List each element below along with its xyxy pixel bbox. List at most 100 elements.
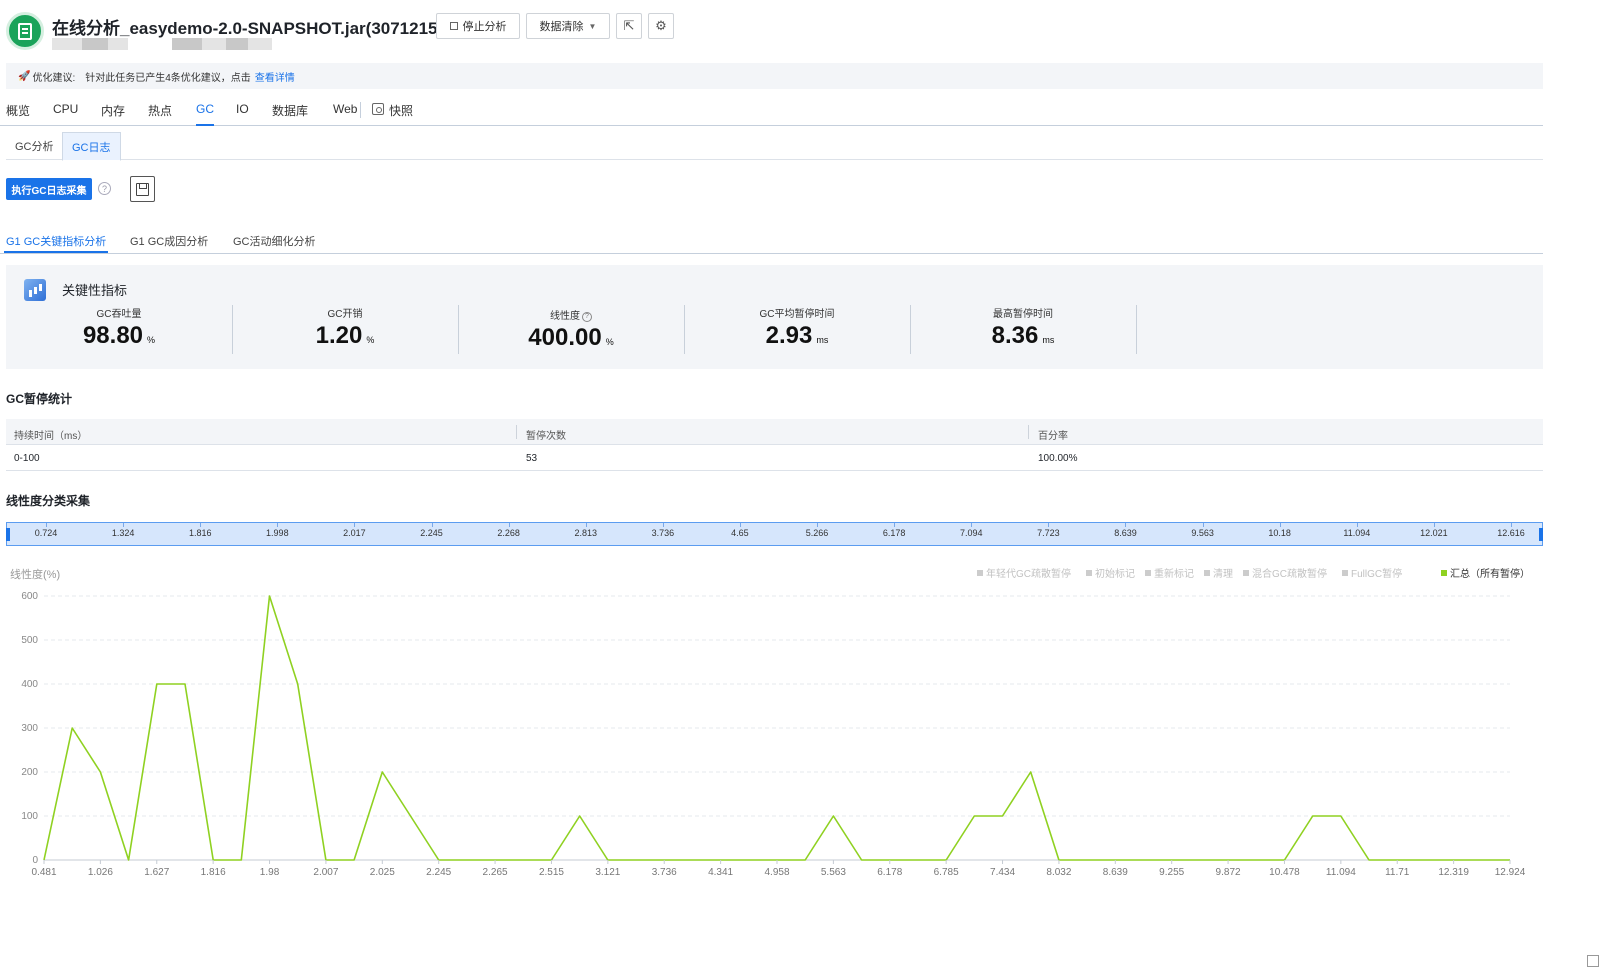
x-tick-label: 11.71 bbox=[1385, 867, 1410, 878]
scrubber-tick-label: 2.268 bbox=[497, 528, 520, 538]
resize-icon bbox=[1587, 955, 1599, 967]
x-tick-label: 2.025 bbox=[370, 867, 395, 878]
scrubber-left-handle[interactable] bbox=[6, 528, 10, 541]
kpi-linearity: 线性度? 400.00% bbox=[458, 305, 684, 355]
legend-swatch bbox=[1243, 570, 1249, 576]
legend-label: 混合GC疏散暂停 bbox=[1252, 567, 1327, 580]
kpi-divider bbox=[1136, 305, 1137, 354]
scrubber-tick-label: 10.18 bbox=[1268, 528, 1291, 538]
tab-gc-activity-analysis[interactable]: GC活动细化分析 bbox=[233, 233, 316, 249]
cell-duration: 0-100 bbox=[14, 453, 40, 464]
x-tick-label: 8.639 bbox=[1103, 867, 1128, 878]
y-tick-label: 500 bbox=[21, 635, 38, 646]
kpi-unit: ms bbox=[1042, 335, 1055, 345]
main-tabs: 概览 CPU 内存 热点 GC IO 数据库 Web 快照 bbox=[0, 96, 1543, 126]
scrubber-tick-mark bbox=[1125, 523, 1127, 527]
tab-overview[interactable]: 概览 bbox=[6, 102, 30, 119]
caret-down-icon: ▼ bbox=[588, 21, 597, 31]
scrubber-tick-mark bbox=[662, 523, 664, 527]
kpi-avg-pause: GC平均暂停时间 2.93 ms bbox=[684, 305, 910, 355]
help-icon[interactable]: ? bbox=[98, 182, 111, 195]
legend-swatch bbox=[1342, 570, 1348, 576]
scrubber-tick-label: 1.324 bbox=[111, 528, 135, 538]
tab-io[interactable]: IO bbox=[236, 102, 249, 116]
key-metrics-title: 关键性指标 bbox=[62, 283, 128, 298]
tab-snapshot[interactable]: 快照 bbox=[389, 102, 413, 119]
tab-database[interactable]: 数据库 bbox=[272, 102, 308, 119]
x-tick-label: 1.816 bbox=[201, 867, 226, 878]
page-title: 在线分析_easydemo-2.0-SNAPSHOT.jar(3071215) bbox=[52, 19, 444, 38]
y-tick-label: 400 bbox=[21, 679, 38, 690]
data-clear-dropdown[interactable]: 数据清除 ▼ bbox=[526, 13, 610, 39]
legend-label: 年轻代GC疏散暂停 bbox=[986, 567, 1071, 580]
x-tick-label: 10.478 bbox=[1269, 867, 1300, 878]
scrubber-tick-label: 1.998 bbox=[266, 528, 289, 538]
kpi-unit: ms bbox=[816, 335, 829, 345]
kpi-label: 线性度 bbox=[550, 311, 580, 322]
scrubber-tick-label: 7.723 bbox=[1037, 528, 1060, 538]
linearity-line-chart: 线性度(%) 0 100 200 300 400 500 600 汇总（所有暂停） FullG… bbox=[10, 567, 1530, 878]
x-tick-label: 7.434 bbox=[990, 867, 1015, 878]
kpi-gc-overhead: GC开销 1.20% bbox=[232, 305, 458, 355]
x-tick-label: 12.924 bbox=[1495, 867, 1526, 878]
tab-gc-analysis[interactable]: GC分析 bbox=[6, 132, 63, 160]
redacted-subtitle bbox=[52, 38, 272, 50]
scrubber-tick-label: 3.736 bbox=[651, 528, 675, 538]
scrubber-tick-mark bbox=[354, 523, 356, 527]
save-button[interactable] bbox=[130, 176, 155, 202]
save-icon bbox=[136, 182, 149, 196]
settings-button[interactable]: ⚙ bbox=[648, 13, 674, 39]
scrubber-tick-mark bbox=[817, 523, 819, 527]
gc-sub-tabs: GC分析 GC日志 bbox=[6, 132, 1543, 161]
x-tick-label: 9.872 bbox=[1216, 867, 1241, 878]
scrubber-tick-mark bbox=[1511, 523, 1512, 527]
x-tick-label: 8.032 bbox=[1046, 867, 1071, 878]
scrubber-right-handle[interactable] bbox=[1539, 528, 1543, 541]
tab-web[interactable]: Web bbox=[333, 102, 357, 116]
scrubber-tick-label: 12.021 bbox=[1420, 528, 1448, 538]
x-tick-label: 1.627 bbox=[144, 867, 169, 878]
legend-swatch bbox=[1145, 570, 1151, 576]
run-gc-log-collection-button[interactable]: 执行GC日志采集 bbox=[6, 178, 92, 200]
app-document-icon bbox=[6, 12, 44, 50]
legend-swatch bbox=[977, 570, 983, 576]
tab-hotspot[interactable]: 热点 bbox=[148, 102, 172, 119]
share-button[interactable]: ⇱ bbox=[616, 13, 642, 39]
kpi-number: 8.36 bbox=[991, 322, 1039, 349]
scrubber-tick-label: 11.094 bbox=[1343, 528, 1371, 538]
scrubber-tick-mark bbox=[585, 523, 587, 527]
scrubber-tick-mark bbox=[1048, 523, 1050, 527]
tab-g1-cause-analysis[interactable]: G1 GC成因分析 bbox=[130, 233, 208, 249]
gc-pause-stats-table: 持续时间（ms） 暂停次数 百分率 0-100 53 100.00% bbox=[6, 419, 1543, 471]
tab-g1-key-metrics[interactable]: G1 GC关键指标分析 bbox=[3, 233, 109, 253]
tab-cpu[interactable]: CPU bbox=[53, 102, 78, 116]
y-tick-label: 100 bbox=[21, 811, 38, 822]
tab-gc-log[interactable]: GC日志 bbox=[62, 132, 121, 161]
tab-gc[interactable]: GC bbox=[196, 102, 214, 126]
tab-memory[interactable]: 内存 bbox=[101, 102, 125, 119]
optimization-notice: 🚀 优化建议: 针对此任务已产生4条优化建议，点击 查看详情 bbox=[6, 63, 1543, 89]
x-tick-label: 2.515 bbox=[539, 867, 564, 878]
table-header-row: 持续时间（ms） 暂停次数 百分率 bbox=[6, 419, 1543, 445]
legend-label: 汇总（所有暂停） bbox=[1450, 567, 1530, 580]
help-icon[interactable]: ? bbox=[582, 312, 592, 322]
scrubber-tick-label: 8.639 bbox=[1114, 528, 1137, 538]
scrubber-tick-label: 9.563 bbox=[1191, 528, 1214, 538]
table-row: 0-100 53 100.00% bbox=[6, 445, 1543, 471]
metrics-chart-icon bbox=[24, 279, 46, 301]
data-clear-label: 数据清除 bbox=[539, 21, 584, 33]
notice-prefix: 优化建议: bbox=[32, 72, 76, 84]
linearity-title: 线性度分类采集 bbox=[6, 494, 91, 508]
kpi-label: 最高暂停时间 bbox=[993, 309, 1053, 320]
x-tick-label: 1.026 bbox=[88, 867, 113, 878]
kpi-max-pause: 最高暂停时间 8.36 ms bbox=[910, 305, 1136, 355]
stop-analysis-button[interactable]: 停止分析 bbox=[436, 13, 520, 39]
time-range-scrubber[interactable]: 0.724 1.324 1.816 1.998 2.017 2.245 2.268 2.813… bbox=[6, 522, 1543, 546]
x-tick-label: 0.481 bbox=[31, 867, 56, 878]
x-tick-label: 6.178 bbox=[877, 867, 902, 878]
tune-icon: ⚙ bbox=[655, 18, 667, 33]
x-tick-label: 4.341 bbox=[708, 867, 733, 878]
column-header-count: 暂停次数 bbox=[516, 425, 566, 442]
legend-label: 重新标记 bbox=[1154, 567, 1194, 580]
view-details-link[interactable]: 查看详情 bbox=[255, 69, 295, 84]
